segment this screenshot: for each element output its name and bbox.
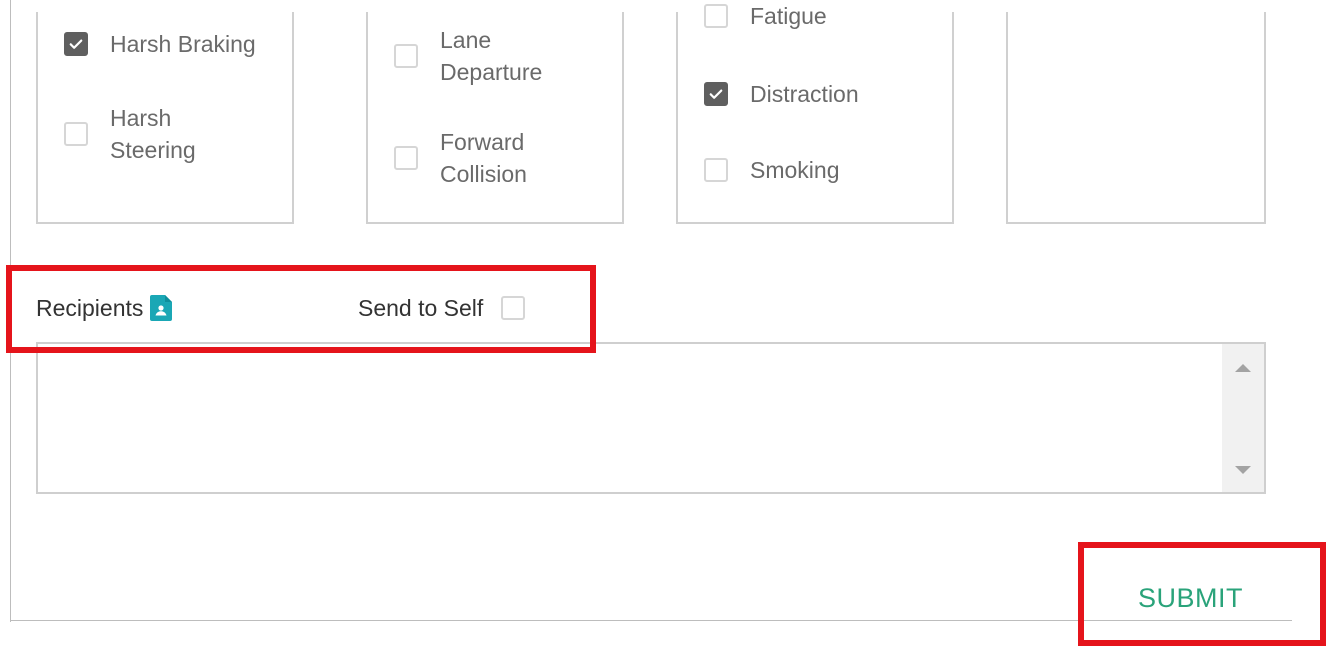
checkmark-icon [69, 39, 83, 49]
alert-option-distraction[interactable]: Distraction [704, 78, 859, 110]
alert-category-box-3: Fatigue Distraction Smoking [676, 3, 954, 224]
alert-option-smoking[interactable]: Smoking [704, 154, 839, 186]
scroll-up-arrow-icon[interactable] [1235, 364, 1251, 372]
scroll-down-arrow-icon[interactable] [1235, 466, 1251, 474]
alert-settings-panel: Harsh Braking Harsh Steering Lane Depart… [0, 0, 1326, 646]
send-to-self-checkbox[interactable] [501, 296, 526, 320]
alert-option-forward-collision[interactable]: Forward Collision [394, 126, 527, 190]
card-left-border [10, 0, 11, 622]
recipients-label: Recipients [36, 295, 144, 321]
alert-option-label: Smoking [750, 157, 840, 183]
recipients-scrollbar[interactable] [1222, 344, 1264, 492]
alert-option-label: Harsh Steering [110, 105, 196, 163]
submit-button[interactable]: SUBMIT [1138, 578, 1278, 618]
checkbox-fatigue[interactable] [704, 4, 728, 28]
alert-option-label: Harsh Braking [110, 31, 256, 57]
send-to-self-option[interactable]: Send to Self [358, 292, 526, 324]
alert-option-label: Lane Departure [440, 27, 543, 85]
send-to-self-label: Send to Self [358, 295, 484, 321]
checkbox-harsh-braking[interactable] [64, 32, 88, 56]
checkmark-icon [709, 89, 723, 99]
contact-document-icon[interactable] [149, 294, 175, 322]
checkbox-forward-collision[interactable] [394, 146, 418, 170]
card-bottom-border [10, 620, 1292, 621]
alert-option-lane-departure[interactable]: Lane Departure [394, 24, 542, 88]
alert-option-label: Forward Collision [440, 129, 527, 187]
alert-option-harsh-braking[interactable]: Harsh Braking [64, 28, 256, 60]
checkbox-lane-departure[interactable] [394, 44, 418, 68]
alert-option-label: Fatigue [750, 3, 827, 29]
alert-option-label: Distraction [750, 81, 859, 107]
checkbox-smoking[interactable] [704, 158, 728, 182]
alert-category-box-4 [1006, 12, 1266, 224]
checkbox-harsh-steering[interactable] [64, 122, 88, 146]
alert-option-harsh-steering[interactable]: Harsh Steering [64, 102, 196, 166]
recipients-header: Recipients [36, 292, 175, 324]
recipients-textarea[interactable] [36, 342, 1266, 494]
alert-option-fatigue[interactable]: Fatigue [704, 0, 827, 32]
alert-category-box-1: Harsh Braking Harsh Steering [36, 12, 294, 224]
checkbox-distraction[interactable] [704, 82, 728, 106]
alert-category-box-2: Lane Departure Forward Collision [366, 12, 624, 224]
